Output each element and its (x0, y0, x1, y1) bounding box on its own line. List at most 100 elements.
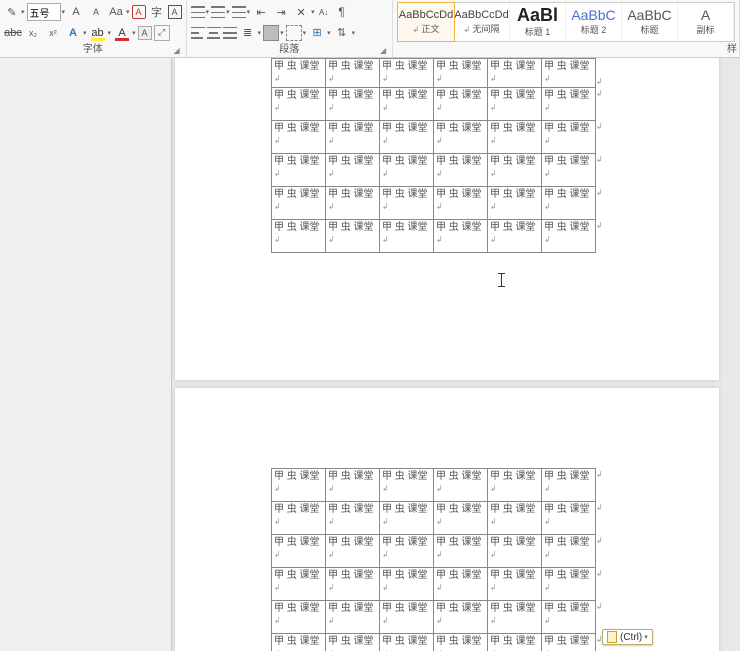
align-center-button[interactable] (207, 27, 221, 39)
chevron-down-icon[interactable]: ▾ (258, 29, 262, 37)
format-painter-button[interactable]: ✎ (4, 4, 20, 20)
char-shading-button[interactable]: A (138, 26, 152, 40)
table-cell[interactable]: 甲 虫 课堂↲ (380, 88, 434, 121)
table-cell[interactable]: 甲 虫 课堂↲ (272, 187, 326, 220)
table-cell[interactable]: 甲 虫 课堂↲ (272, 601, 326, 634)
strikethrough-button[interactable]: abc (4, 24, 22, 42)
grow-font-button[interactable]: A (67, 3, 85, 21)
char-border-button[interactable]: A (168, 5, 182, 19)
table-cell[interactable]: 甲 虫 课堂↲ (326, 121, 380, 154)
table-cell[interactable]: 甲 虫 课堂↲ (434, 59, 488, 88)
table-cell[interactable]: 甲 虫 课堂↲ (488, 601, 542, 634)
subscript-button[interactable]: x₂ (24, 24, 42, 42)
table-cell[interactable]: 甲 虫 课堂↲ (542, 469, 596, 502)
enclose-chars-button[interactable]: ⤢ (154, 25, 170, 41)
table-cell[interactable]: 甲 虫 课堂↲ (380, 59, 434, 88)
text-effects-button[interactable]: A (64, 24, 82, 42)
table-cell[interactable]: 甲 虫 课堂↲ (488, 469, 542, 502)
document-page-1[interactable]: 甲 虫 课堂↲甲 虫 课堂↲甲 虫 课堂↲甲 虫 课堂↲甲 虫 课堂↲甲 虫 课… (175, 58, 719, 380)
table-cell[interactable]: 甲 虫 课堂↲ (326, 220, 380, 253)
paragraph-settings-button[interactable]: ⇅ (333, 24, 351, 42)
style-item-标题 2[interactable]: AaBbC标题 2 (566, 3, 622, 41)
superscript-button[interactable]: x² (44, 24, 62, 42)
table-cell[interactable]: 甲 虫 课堂↲ (434, 568, 488, 601)
multilevel-list-button[interactable] (232, 6, 246, 18)
table-cell[interactable]: 甲 虫 课堂↲ (488, 220, 542, 253)
align-justify-button[interactable] (223, 27, 237, 39)
align-left-button[interactable] (191, 27, 205, 39)
font-color-button[interactable]: A (113, 25, 131, 41)
numbering-button[interactable] (211, 6, 225, 18)
table-cell[interactable]: 甲 虫 课堂↲ (434, 535, 488, 568)
shading-button[interactable] (263, 25, 279, 41)
line-spacing-button[interactable]: ≣ (239, 24, 257, 42)
decrease-indent-button[interactable]: ⇤ (252, 3, 270, 21)
table-cell[interactable]: 甲 虫 课堂↲ (488, 88, 542, 121)
chevron-down-icon[interactable]: ▾ (83, 29, 87, 37)
table-cell[interactable]: 甲 虫 课堂↲ (380, 469, 434, 502)
chevron-down-icon[interactable]: ▾ (247, 8, 251, 16)
table-cell[interactable]: 甲 虫 课堂↲ (434, 469, 488, 502)
chevron-down-icon[interactable]: ▾ (62, 8, 66, 16)
dialog-launcher-font[interactable]: ◢ (174, 46, 184, 56)
table-cell[interactable]: 甲 虫 课堂↲ (542, 568, 596, 601)
table-cell[interactable]: 甲 虫 课堂↲ (272, 634, 326, 651)
bullets-button[interactable] (191, 6, 205, 18)
table-cell[interactable]: 甲 虫 课堂↲ (542, 535, 596, 568)
style-item-标题[interactable]: AaBbC标题 (622, 3, 678, 41)
table-cell[interactable]: 甲 虫 课堂↲ (326, 502, 380, 535)
clear-formatting-button[interactable]: A (132, 5, 146, 19)
table-cell[interactable]: 甲 虫 课堂↲ (326, 469, 380, 502)
chevron-down-icon[interactable]: ▾ (126, 8, 130, 16)
table-cell[interactable]: 甲 虫 课堂↲ (380, 634, 434, 651)
table-cell[interactable]: 甲 虫 课堂↲ (542, 220, 596, 253)
table-cell[interactable]: 甲 虫 课堂↲ (542, 88, 596, 121)
table-cell[interactable]: 甲 虫 课堂↲ (380, 535, 434, 568)
table-cell[interactable]: 甲 虫 课堂↲ (326, 601, 380, 634)
table-cell[interactable]: 甲 虫 课堂↲ (434, 154, 488, 187)
table-cell[interactable]: 甲 虫 课堂↲ (326, 634, 380, 651)
table-cell[interactable]: 甲 虫 课堂↲ (272, 220, 326, 253)
chevron-down-icon[interactable]: ▾ (226, 8, 230, 16)
table-cell[interactable]: 甲 虫 课堂↲ (542, 634, 596, 651)
table-cell[interactable]: 甲 虫 课堂↲ (326, 535, 380, 568)
table-cell[interactable]: 甲 虫 课堂↲ (488, 502, 542, 535)
table-cell[interactable]: 甲 虫 课堂↲ (434, 220, 488, 253)
shrink-font-button[interactable]: A (87, 3, 105, 21)
font-size-combo[interactable]: 五号 (27, 3, 61, 21)
table-cell[interactable]: 甲 虫 课堂↲ (272, 502, 326, 535)
increase-indent-button[interactable]: ⇥ (272, 3, 290, 21)
table-cell[interactable]: 甲 虫 课堂↲ (272, 568, 326, 601)
table-cell[interactable]: 甲 虫 课堂↲ (542, 121, 596, 154)
table-cell[interactable]: 甲 虫 课堂↲ (434, 601, 488, 634)
table-cell[interactable]: 甲 虫 课堂↲ (434, 502, 488, 535)
table-cell[interactable]: 甲 虫 课堂↲ (272, 154, 326, 187)
snap-to-grid-button[interactable]: ⊞ (308, 24, 326, 42)
chevron-down-icon[interactable]: ▾ (311, 8, 315, 16)
table-cell[interactable]: 甲 虫 课堂↲ (542, 502, 596, 535)
chevron-down-icon[interactable]: ▾ (206, 8, 210, 16)
paste-options-button[interactable]: (Ctrl) ▾ (602, 629, 653, 645)
dialog-launcher-paragraph[interactable]: ◢ (380, 46, 390, 56)
style-item-无间隔[interactable]: AaBbCcDd无间隔 (454, 3, 510, 41)
table-cell[interactable]: 甲 虫 课堂↲ (380, 220, 434, 253)
chevron-down-icon[interactable]: ▾ (132, 29, 136, 37)
table-cell[interactable]: 甲 虫 课堂↲ (326, 59, 380, 88)
table-cell[interactable]: 甲 虫 课堂↲ (272, 59, 326, 88)
table-cell[interactable]: 甲 虫 课堂↲ (542, 59, 596, 88)
table-cell[interactable]: 甲 虫 课堂↲ (488, 59, 542, 88)
table-cell[interactable]: 甲 虫 课堂↲ (326, 568, 380, 601)
table-cell[interactable]: 甲 虫 课堂↲ (272, 121, 326, 154)
show-hide-marks-button[interactable]: ¶ (333, 3, 351, 21)
table-cell[interactable]: 甲 虫 课堂↲ (488, 154, 542, 187)
table-cell[interactable]: 甲 虫 课堂↲ (434, 187, 488, 220)
document-page-2[interactable]: 甲 虫 课堂↲甲 虫 课堂↲甲 虫 课堂↲甲 虫 课堂↲甲 虫 课堂↲甲 虫 课… (175, 388, 719, 651)
table-cell[interactable]: 甲 虫 课堂↲ (488, 187, 542, 220)
table-cell[interactable]: 甲 虫 课堂↲ (272, 469, 326, 502)
table-cell[interactable]: 甲 虫 课堂↲ (380, 502, 434, 535)
style-item-副标[interactable]: A副标 (678, 3, 734, 41)
chevron-down-icon[interactable]: ▾ (303, 29, 307, 37)
chevron-down-icon[interactable]: ▾ (21, 8, 25, 16)
table-cell[interactable]: 甲 虫 课堂↲ (272, 535, 326, 568)
style-item-标题 1[interactable]: AaBl标题 1 (510, 3, 566, 41)
